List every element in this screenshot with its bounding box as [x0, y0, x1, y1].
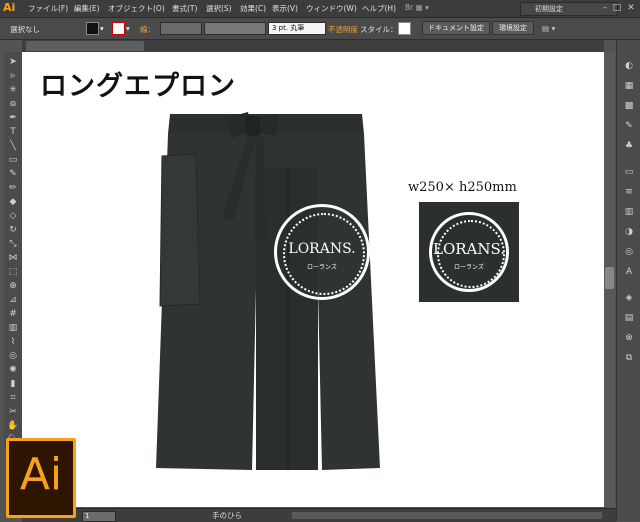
logo-sample-brand: LORANS. [432, 240, 506, 258]
illustrator-badge: Ai [6, 438, 76, 518]
stroke-weight-field[interactable] [160, 22, 202, 35]
symbols-icon[interactable]: ♣ [623, 140, 635, 152]
selection-tool-icon[interactable]: ➤ [7, 56, 19, 68]
menu-type[interactable]: 書式(T) [172, 3, 197, 14]
symbol-sprayer-tool-icon[interactable]: ✺ [7, 364, 19, 376]
swatches-icon[interactable]: ▩ [623, 100, 635, 112]
artboard-number[interactable]: 1 [82, 511, 116, 522]
scrollbar-thumb[interactable] [605, 267, 614, 289]
links-icon[interactable]: ⊗ [623, 332, 635, 344]
paintbrush-tool-icon[interactable]: ✎ [7, 168, 19, 180]
variable-width-profile[interactable] [204, 22, 266, 35]
brush-label: 3 pt. 丸筆 [272, 24, 305, 32]
magic-wand-tool-icon[interactable]: ✳ [7, 84, 19, 96]
bridge-icon[interactable]: Br ▦ ▾ [405, 3, 429, 12]
preferences-label: 環境設定 [499, 24, 527, 32]
document-tab[interactable] [26, 41, 144, 51]
layers-icon[interactable]: ◈ [623, 292, 635, 304]
rotate-tool-icon[interactable]: ↻ [7, 224, 19, 236]
page-title: ロングエプロン [40, 71, 236, 102]
slice-tool-icon[interactable]: ✂ [7, 406, 19, 418]
fill-swatch[interactable] [86, 22, 99, 35]
artboard-tool-icon[interactable]: ⌗ [7, 392, 19, 404]
dimension-label: w250× h250mm [408, 180, 517, 195]
menu-object[interactable]: オブジェクト(O) [108, 3, 165, 14]
workspace-label: 初期設定 [535, 5, 563, 13]
eyedropper-tool-icon[interactable]: ⌇ [7, 336, 19, 348]
stroke-panel-icon[interactable]: ≡ [623, 186, 635, 198]
color-guide-icon[interactable]: ▦ [623, 80, 635, 92]
pathfinder-icon[interactable]: ⧉ [623, 352, 635, 364]
artboard: ロングエプロン LORANS. ローランズ w250× h250mm LORAN… [22, 52, 604, 507]
gradient-tool-icon[interactable]: ▥ [7, 322, 19, 334]
blob-brush-tool-icon[interactable]: ◆ [7, 196, 19, 208]
menu-window[interactable]: ウィンドウ(W) [306, 3, 357, 14]
preferences-button[interactable]: 環境設定 [492, 21, 534, 35]
logo-sub: ローランズ [307, 264, 337, 271]
control-bar: 選択なし ▾ ▾ 線： 3 pt. 丸筆 不透明度 スタイル： ドキュメント設定… [0, 18, 640, 40]
illustrator-badge-text: Ai [19, 449, 63, 500]
shape-builder-tool-icon[interactable]: ⊕ [7, 280, 19, 292]
pen-tool-icon[interactable]: ✒ [7, 112, 19, 124]
graphic-styles-icon[interactable]: ▭ [623, 166, 635, 178]
eraser-tool-icon[interactable]: ◇ [7, 210, 19, 222]
perspective-grid-tool-icon[interactable]: ⊿ [7, 294, 19, 306]
vertical-scrollbar[interactable] [604, 52, 615, 507]
menu-edit[interactable]: 編集(E) [74, 3, 100, 14]
gradient-panel-icon[interactable]: ▥ [623, 206, 635, 218]
line-tool-icon[interactable]: ╲ [7, 140, 19, 152]
menu-bar: Ai ファイル(F) 編集(E) オブジェクト(O) 書式(T) 選択(S) 効… [0, 0, 640, 18]
document-setup-button[interactable]: ドキュメント設定 [422, 21, 490, 35]
menu-help[interactable]: ヘルプ(H) [362, 3, 396, 14]
direct-selection-tool-icon[interactable]: ▹ [7, 70, 19, 82]
menu-select[interactable]: 選択(S) [206, 3, 232, 14]
menu-file[interactable]: ファイル(F) [28, 3, 68, 14]
minimize-icon[interactable]: – [600, 3, 610, 13]
menu-effect[interactable]: 効果(C) [240, 3, 266, 14]
blend-tool-icon[interactable]: ◎ [7, 350, 19, 362]
pencil-tool-icon[interactable]: ✏ [7, 182, 19, 194]
style-swatch[interactable] [398, 22, 411, 35]
brush-definition[interactable]: 3 pt. 丸筆 [268, 22, 326, 35]
mesh-tool-icon[interactable]: # [7, 308, 19, 320]
hand-tool-icon[interactable]: ✋ [7, 420, 19, 432]
logo-sample: LORANS. ローランズ [419, 202, 519, 302]
rectangle-tool-icon[interactable]: ▭ [7, 154, 19, 166]
chevron-down-icon[interactable]: ▾ [100, 24, 104, 33]
logo-sample-sub: ローランズ [454, 264, 484, 271]
graph-tool-icon[interactable]: ▮ [7, 378, 19, 390]
scale-tool-icon[interactable]: ⤡ [7, 238, 19, 250]
maximize-icon[interactable]: □ [612, 3, 622, 13]
color-panel-icon[interactable]: ◐ [623, 60, 635, 72]
artboards-panel-icon[interactable]: ▤ [623, 312, 635, 324]
menu-view[interactable]: 表示(V) [272, 3, 298, 14]
brushes-icon[interactable]: ✎ [623, 120, 635, 132]
width-tool-icon[interactable]: ⋈ [7, 252, 19, 264]
document-setup-label: ドキュメント設定 [428, 24, 484, 32]
stroke-swatch[interactable] [112, 22, 125, 35]
opacity-label[interactable]: 不透明度 [328, 24, 358, 35]
app-logo: Ai [3, 1, 16, 14]
horizontal-scrollbar[interactable] [292, 512, 602, 519]
logo-brand: LORANS. [288, 241, 356, 257]
style-label: スタイル： [360, 25, 398, 34]
align-icon[interactable]: ▤ ▾ [542, 24, 555, 33]
character-panel-icon[interactable]: A [623, 266, 635, 278]
appearance-icon[interactable]: ◎ [623, 246, 635, 258]
status-bar: 1 手のひら [22, 508, 616, 522]
free-transform-tool-icon[interactable]: ⬚ [7, 266, 19, 278]
tools-panel: ➤ ▹ ✳ ɷ ✒ T ╲ ▭ ✎ ✏ ◆ ◇ ↻ ⤡ ⋈ ⬚ ⊕ ⊿ # ▥ … [4, 52, 23, 447]
document-tab-row [22, 40, 604, 52]
transparency-icon[interactable]: ◑ [623, 226, 635, 238]
apron-image [156, 112, 380, 470]
apron-brand-logo: LORANS. ローランズ [274, 204, 370, 300]
panel-dock: ◐ ▦ ▩ ✎ ♣ ▭ ≡ ▥ ◑ ◎ A ◈ ▤ ⊗ ⧉ [616, 40, 640, 521]
close-icon[interactable]: ✕ [626, 3, 636, 13]
selection-status: 選択なし [10, 25, 40, 34]
current-tool-status: 手のひら [212, 511, 242, 520]
chevron-down-icon[interactable]: ▾ [126, 24, 130, 33]
type-tool-icon[interactable]: T [7, 126, 19, 138]
lasso-tool-icon[interactable]: ɷ [7, 98, 19, 110]
stroke-label[interactable]: 線： [140, 24, 155, 35]
